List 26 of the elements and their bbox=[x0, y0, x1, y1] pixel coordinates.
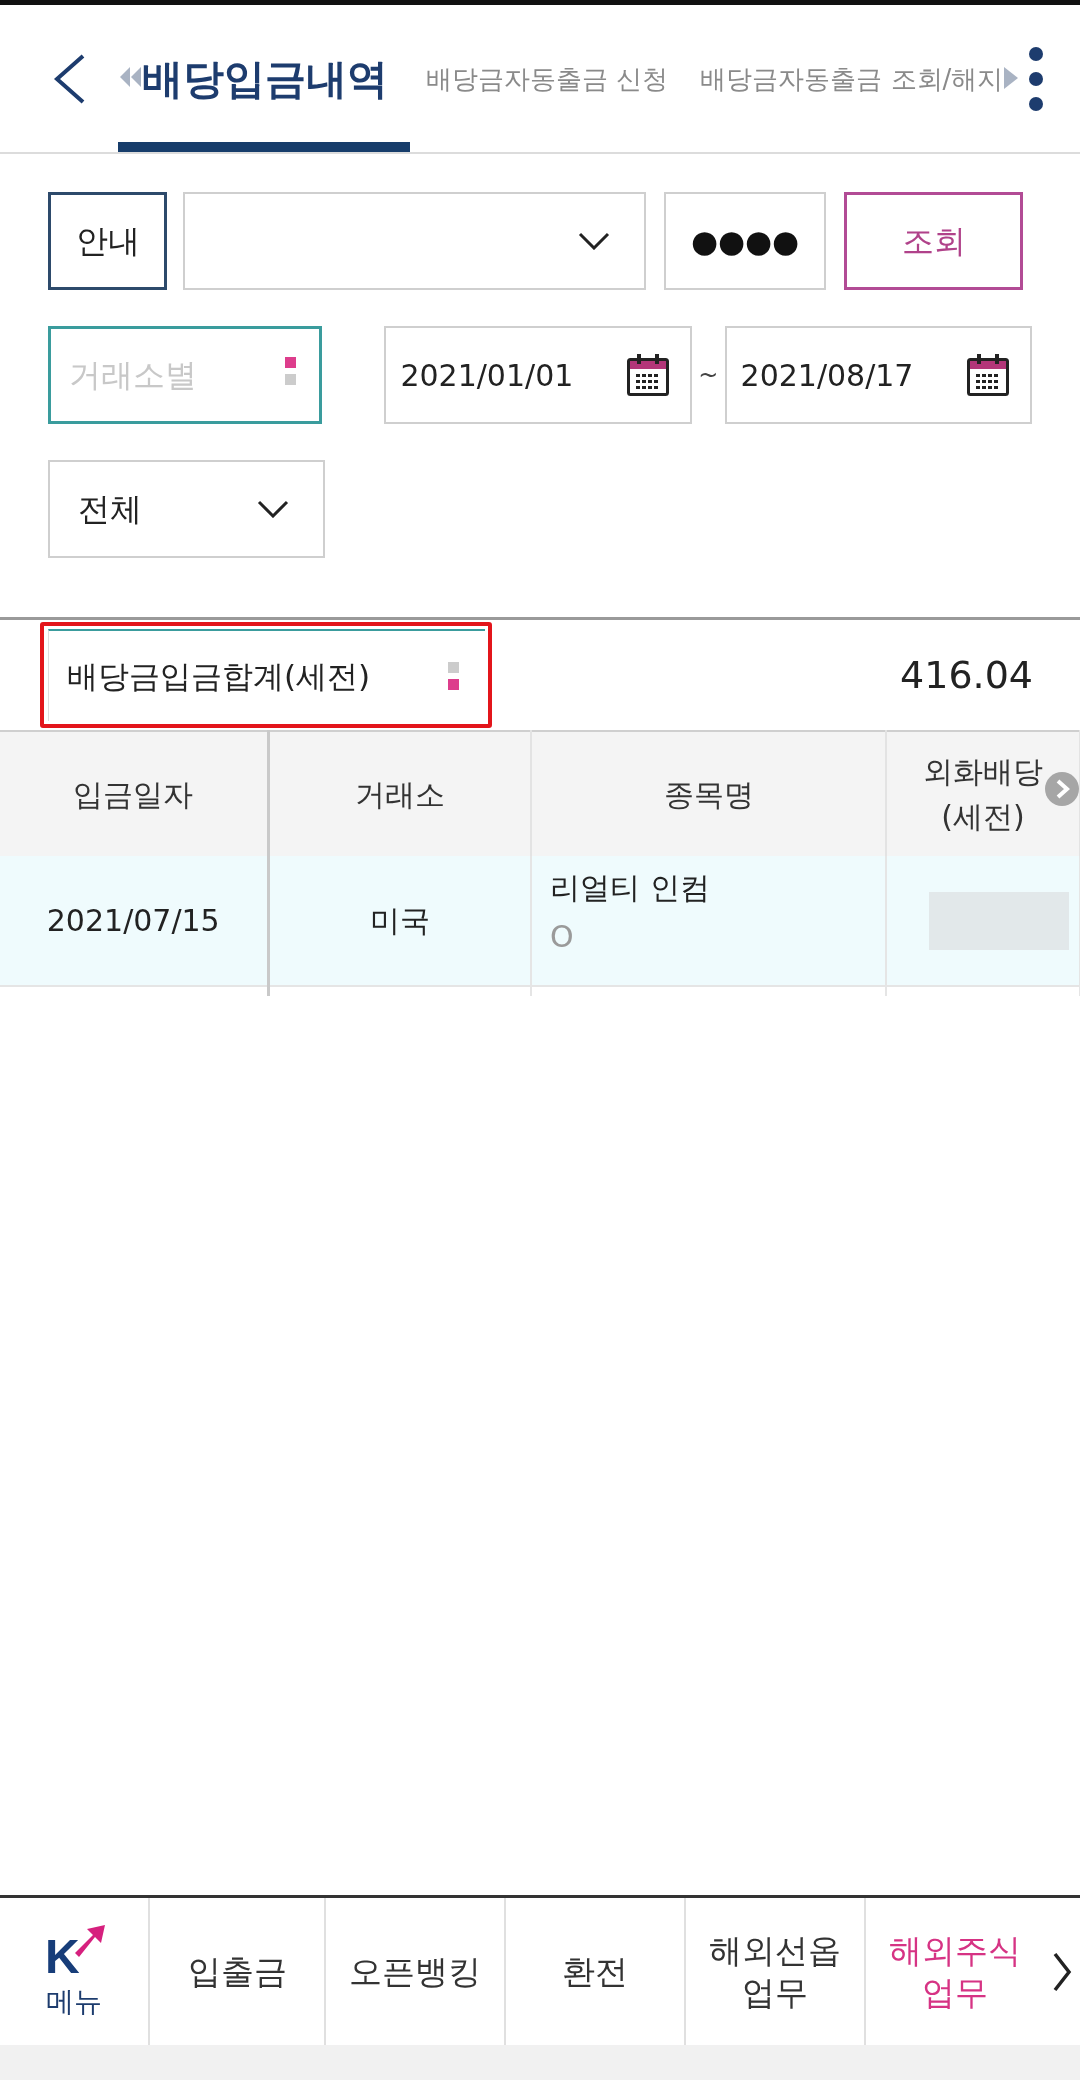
range-separator: ~ bbox=[697, 360, 720, 391]
table-cell: 미국 bbox=[268, 856, 531, 986]
summary-picker[interactable]: 배당금입금합계(세전) bbox=[48, 629, 485, 721]
column-header: 외화배당 (세전) bbox=[886, 731, 1080, 856]
tab[interactable]: 배당입금내역 bbox=[118, 5, 410, 152]
calendar-icon[interactable] bbox=[966, 353, 1010, 397]
column-header: 입금일자 bbox=[0, 731, 268, 856]
start-date-field[interactable]: 2021/01/01 bbox=[384, 326, 692, 424]
password-field[interactable]: ●●●● bbox=[664, 192, 826, 290]
tab[interactable]: 배당금자동출금 신청 bbox=[410, 5, 685, 152]
column-header: 종목명 bbox=[531, 731, 886, 856]
summary-value: 416.04 bbox=[900, 651, 1033, 699]
table-cell: 2021/07/15 bbox=[0, 856, 268, 986]
chevron-down-icon bbox=[257, 500, 289, 518]
chevron-right-icon[interactable] bbox=[1052, 1950, 1072, 1993]
chevron-down-icon bbox=[578, 232, 610, 250]
end-date-field[interactable]: 2021/08/17 bbox=[724, 326, 1032, 424]
type-select[interactable]: 전체 bbox=[48, 460, 325, 558]
stock-name: 리얼티 인컴 bbox=[550, 869, 711, 907]
more-menu-icon[interactable] bbox=[1028, 45, 1044, 112]
guide-button[interactable]: 안내 bbox=[48, 192, 167, 290]
search-button[interactable]: 조회 bbox=[844, 192, 1023, 290]
stock-code: O bbox=[550, 918, 575, 956]
column-header: 거래소 bbox=[268, 731, 531, 856]
logo-letter: K bbox=[45, 1933, 80, 1982]
calendar-icon[interactable] bbox=[625, 353, 670, 397]
